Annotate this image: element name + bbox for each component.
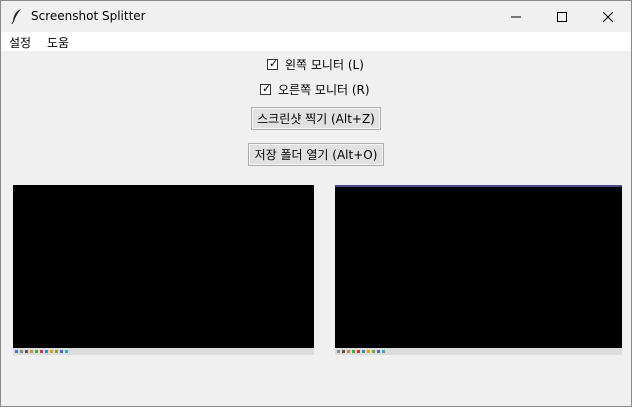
feather-icon bbox=[11, 9, 21, 24]
window-title: Screenshot Splitter bbox=[31, 9, 146, 23]
title-bar[interactable]: Screenshot Splitter bbox=[1, 1, 631, 32]
maximize-icon bbox=[557, 11, 567, 22]
menu-settings[interactable]: 설정 bbox=[9, 34, 31, 51]
maximize-button[interactable] bbox=[539, 1, 585, 32]
capture-button[interactable]: 스크린샷 찍기 (Alt+Z) bbox=[251, 107, 381, 130]
right-monitor-preview bbox=[335, 185, 622, 355]
minimize-button[interactable] bbox=[493, 1, 539, 32]
app-window: Screenshot Splitter 설정 도움 ✓ 왼쪽 모니터 (L) ✓… bbox=[0, 0, 632, 407]
close-icon bbox=[603, 11, 613, 22]
left-monitor-checkbox[interactable]: ✓ bbox=[267, 56, 279, 70]
right-monitor-label: 오른쪽 모니터 (R) bbox=[278, 82, 370, 97]
right-monitor-checkbox[interactable]: ✓ bbox=[260, 81, 272, 95]
menu-bar: 설정 도움 bbox=[1, 32, 631, 51]
close-button[interactable] bbox=[585, 1, 631, 32]
checkmark-icon: ✓ bbox=[269, 56, 279, 70]
preview-taskbar bbox=[13, 348, 314, 355]
left-monitor-label: 왼쪽 모니터 (L) bbox=[285, 57, 364, 72]
open-folder-button[interactable]: 저장 폴더 열기 (Alt+O) bbox=[248, 143, 384, 166]
left-monitor-preview bbox=[13, 185, 314, 355]
minimize-icon bbox=[511, 16, 521, 17]
left-monitor-option[interactable]: ✓ 왼쪽 모니터 (L) bbox=[267, 55, 364, 73]
checkmark-icon: ✓ bbox=[262, 81, 272, 95]
menu-help[interactable]: 도움 bbox=[47, 34, 69, 51]
right-monitor-option[interactable]: ✓ 오른쪽 모니터 (R) bbox=[260, 80, 370, 98]
preview-taskbar bbox=[335, 348, 622, 355]
